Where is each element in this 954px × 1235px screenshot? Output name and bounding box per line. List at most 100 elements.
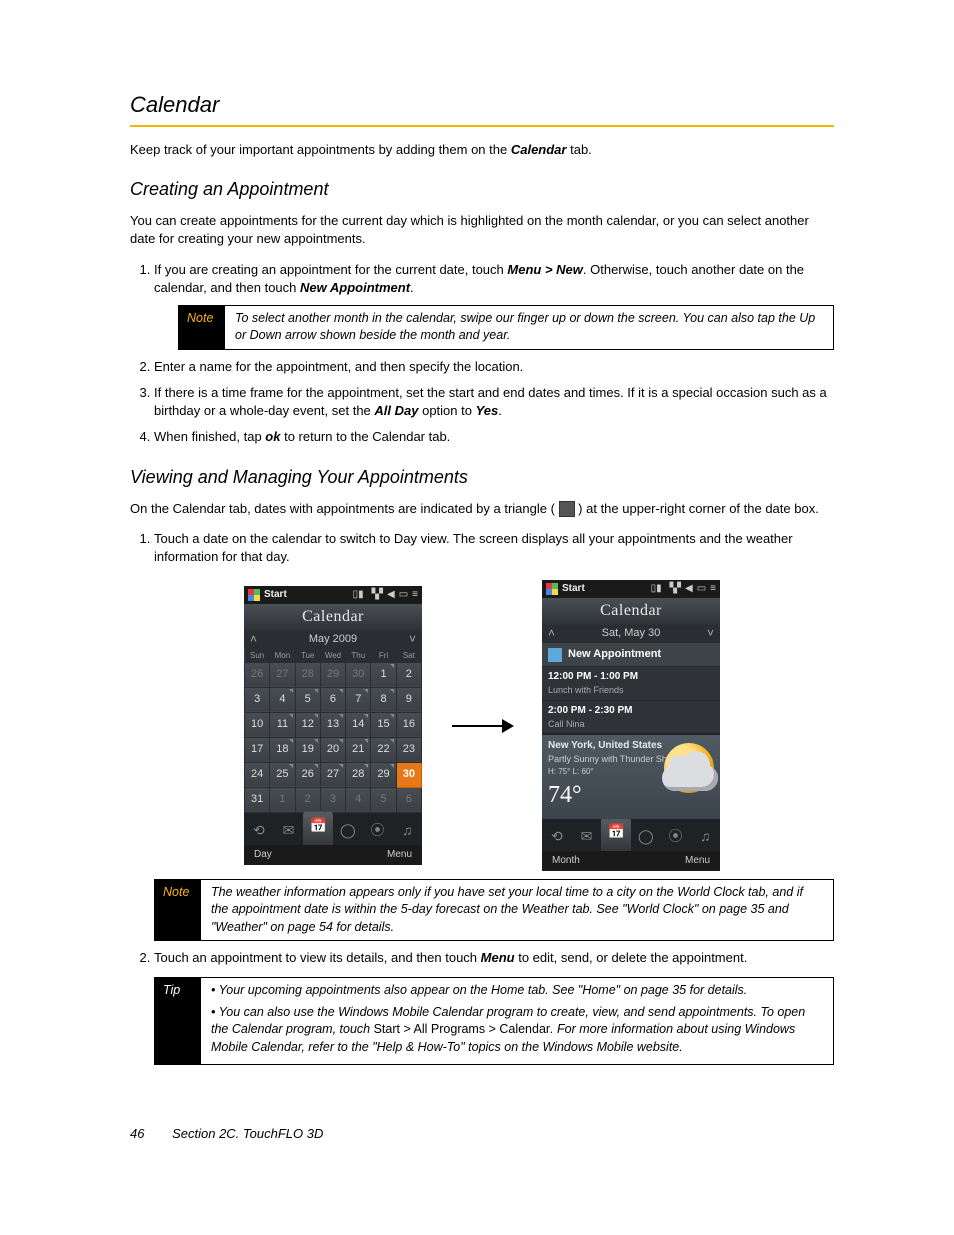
calendar-day-cell[interactable]: 8 [371,687,396,712]
calendar-day-cell[interactable]: 16 [396,712,421,737]
calendar-day-cell[interactable]: 21 [346,737,371,762]
page-number: 46 [130,1126,144,1141]
calendar-day-cell[interactable]: 27 [270,662,295,687]
text: ) at the upper-right corner of the date … [578,501,819,516]
calendar-day-cell[interactable]: 30 [396,762,421,787]
appointment-time: 2:00 PM - 2:30 PM [548,704,714,718]
calendar-day-cell[interactable]: 26 [295,762,320,787]
app-title: Calendar [542,598,720,624]
new-appointment-label: New Appointment [568,647,661,662]
text: If you are creating an appointment for t… [154,262,507,277]
calendar-day-cell[interactable]: 15 [371,712,396,737]
toolbar-tab[interactable]: ⦿ [363,821,393,845]
calendar-day-cell[interactable]: 18 [270,737,295,762]
calendar-day-cell[interactable]: 1 [371,662,396,687]
cloud-icon [662,765,718,791]
calendar-day-cell[interactable]: 20 [320,737,345,762]
calendar-day-cell[interactable]: 27 [320,762,345,787]
calendar-term: Calendar [511,142,567,157]
new-appointment-button[interactable]: New Appointment [542,643,720,667]
softkey-menu[interactable]: Menu [387,848,412,862]
calendar-day-cell[interactable]: 26 [245,662,270,687]
calendar-day-cell[interactable]: 24 [245,762,270,787]
start-label[interactable]: Start [562,582,585,596]
calendar-day-cell[interactable]: 5 [371,787,396,812]
month-selector-row: ˄ May 2009 ˅ [244,631,422,649]
calendar-day-cell[interactable]: 13 [320,712,345,737]
text: option to [418,403,475,418]
toolbar-tab[interactable]: ♫ [392,821,422,845]
softkey-menu[interactable]: Menu [685,854,710,868]
calendar-day-cell[interactable]: 22 [371,737,396,762]
calendar-day-cell[interactable]: 3 [320,787,345,812]
calendar-day-cell[interactable]: 2 [295,787,320,812]
note-box-2: Note The weather information appears onl… [154,879,834,942]
antenna-icon: ▝▞ [368,588,383,602]
text: Keep track of your important appointment… [130,142,511,157]
calendar-day-cell[interactable]: 31 [245,787,270,812]
chevron-down-icon[interactable]: ˅ [409,631,416,648]
month-calendar-grid[interactable]: SunMonTueWedThuFriSat 262728293012345678… [244,649,422,813]
viewing-paragraph: On the Calendar tab, dates with appointm… [130,500,834,518]
note-label: Note [179,306,225,349]
toolbar-tab[interactable]: 📅 [601,817,631,851]
app-toolbar: ⟲✉📅◯⦿♫ [542,819,720,851]
tip-label: Tip [155,978,201,1064]
calendar-day-cell[interactable]: 29 [371,762,396,787]
calendar-day-cell[interactable]: 3 [245,687,270,712]
calendar-day-cell[interactable]: 14 [346,712,371,737]
toolbar-tab[interactable]: ♫ [690,827,720,851]
calendar-day-cell[interactable]: 2 [396,662,421,687]
note-box-1: Note To select another month in the cale… [178,305,834,350]
calendar-day-cell[interactable]: 10 [245,712,270,737]
calendar-day-cell[interactable]: 12 [295,712,320,737]
calendar-day-cell[interactable]: 7 [346,687,371,712]
calendar-day-cell[interactable]: 1 [270,787,295,812]
calendar-day-cell[interactable]: 6 [396,787,421,812]
appointment-item[interactable]: 2:00 PM - 2:30 PMCall Nina [542,701,720,735]
calendar-day-cell[interactable]: 25 [270,762,295,787]
status-bar: Start ▯▮ ▝▞ ◀ ▭ ≡ [542,580,720,598]
calendar-day-cell[interactable]: 28 [346,762,371,787]
appointments-list: 12:00 PM - 1:00 PMLunch with Friends2:00… [542,667,720,734]
calendar-day-cell[interactable]: 4 [346,787,371,812]
battery-icon: ▭ [697,582,706,596]
chevron-up-icon[interactable]: ˄ [250,631,257,648]
toolbar-tab[interactable]: ⟲ [542,827,572,851]
calendar-day-cell[interactable]: 23 [396,737,421,762]
intro-paragraph: Keep track of your important appointment… [130,141,834,159]
appointment-item[interactable]: 12:00 PM - 1:00 PMLunch with Friends [542,667,720,701]
toolbar-tab[interactable]: ✉ [274,821,304,845]
calendar-day-cell[interactable]: 11 [270,712,295,737]
calendar-day-cell[interactable]: 30 [346,662,371,687]
chevron-up-icon[interactable]: ˄ [548,625,555,642]
battery-icon: ▭ [399,588,408,602]
month-year-label: May 2009 [309,632,357,647]
weekday-header: Sat [396,649,421,663]
text: . [498,403,502,418]
start-label[interactable]: Start [264,588,287,602]
softkey-month[interactable]: Month [552,854,580,868]
toolbar-tab[interactable]: 📅 [303,811,333,845]
toolbar-tab[interactable]: ✉ [572,827,602,851]
softkey-day[interactable]: Day [254,848,272,862]
text: tab. [566,142,591,157]
calendar-day-cell[interactable]: 28 [295,662,320,687]
calendar-day-cell[interactable]: 4 [270,687,295,712]
weekday-header: Sun [245,649,270,663]
calendar-day-cell[interactable]: 5 [295,687,320,712]
ok-term: ok [265,429,280,444]
calendar-day-cell[interactable]: 17 [245,737,270,762]
toolbar-tab[interactable]: ◯ [631,827,661,851]
toolbar-tab[interactable]: ⟲ [244,821,274,845]
weekday-header: Thu [346,649,371,663]
calendar-day-cell[interactable]: 9 [396,687,421,712]
calendar-day-cell[interactable]: 6 [320,687,345,712]
chevron-down-icon[interactable]: ˅ [707,625,714,642]
day-view-device: Start ▯▮ ▝▞ ◀ ▭ ≡ Calendar ˄ Sat, May 30… [542,580,720,870]
calendar-day-cell[interactable]: 29 [320,662,345,687]
calendar-day-cell[interactable]: 19 [295,737,320,762]
weekday-header: Fri [371,649,396,663]
toolbar-tab[interactable]: ◯ [333,821,363,845]
toolbar-tab[interactable]: ⦿ [661,827,691,851]
